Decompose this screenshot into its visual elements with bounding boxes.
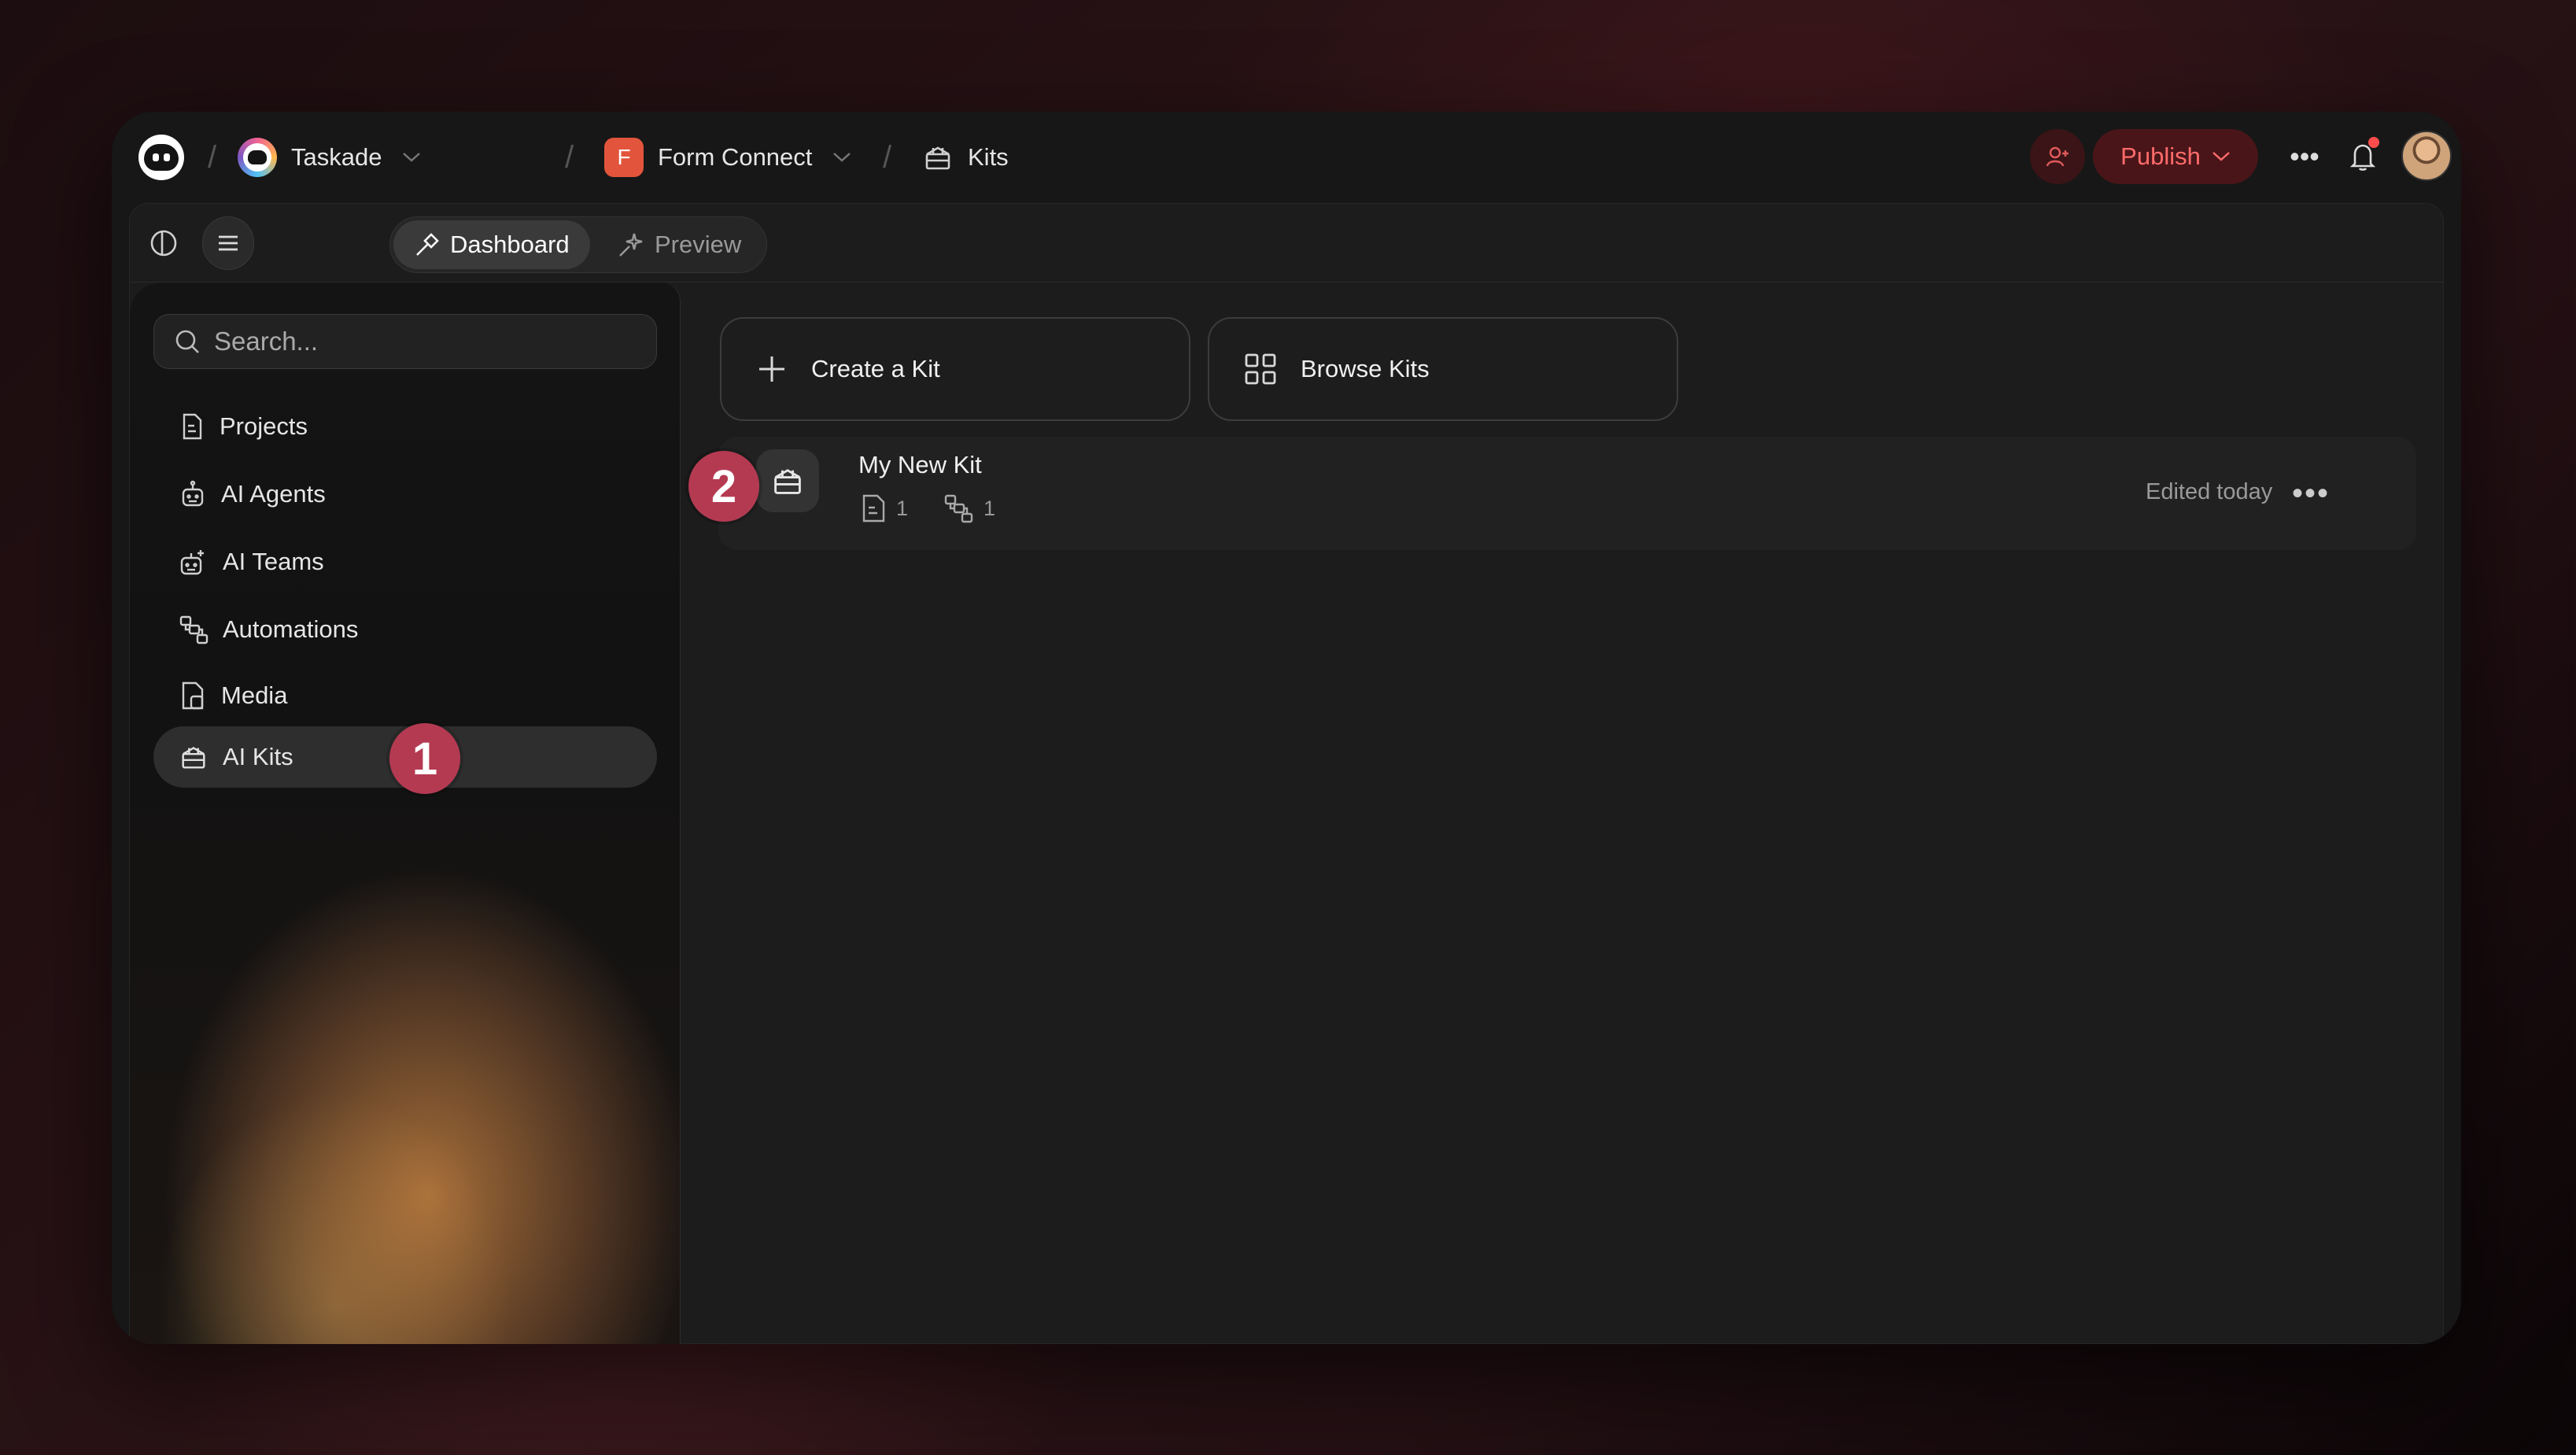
step-badge-2: 2 <box>688 451 759 522</box>
plus-icon <box>759 356 784 382</box>
sidebar-item-label: AI Kits <box>223 743 293 770</box>
publish-label: Publish <box>2120 142 2201 170</box>
sidebar-item-ai-agents[interactable]: AI Agents <box>153 463 657 525</box>
notifications-button[interactable] <box>2335 129 2390 184</box>
sidebar-item-label: AI Agents <box>221 480 326 508</box>
document-icon <box>183 413 202 440</box>
step-badge-1: 1 <box>389 723 460 794</box>
app-window: / Taskade / F Form Connect / Kits Publis… <box>112 112 2461 1344</box>
kit-project-count: 1 <box>896 496 909 520</box>
kit-list-item[interactable]: My New Kit 1 1 Edited today ••• <box>718 437 2416 550</box>
more-horizontal-icon: ••• <box>2291 475 2330 511</box>
more-horizontal-icon: ••• <box>2290 140 2320 172</box>
sidebar-item-label: Projects <box>220 412 308 440</box>
kit-name[interactable]: My New Kit <box>858 451 982 479</box>
sparkle-icon <box>619 233 643 257</box>
user-avatar[interactable] <box>2401 131 2452 181</box>
tab-dashboard[interactable]: Dashboard <box>393 220 590 269</box>
sidebar-item-label: Automations <box>223 615 359 643</box>
notification-dot <box>2368 137 2379 148</box>
search-input[interactable] <box>214 327 623 356</box>
workflow-icon <box>944 494 973 523</box>
invite-user-button[interactable] <box>2030 129 2085 184</box>
tab-preview-label: Preview <box>655 231 742 258</box>
tab-preview[interactable]: Preview <box>596 220 762 269</box>
kit-more-button[interactable]: ••• <box>2279 471 2342 515</box>
chevron-down-icon <box>2212 152 2230 161</box>
view-tabs: Dashboard Preview <box>389 216 767 273</box>
media-file-icon <box>182 681 204 710</box>
toggle-sidebar-button[interactable] <box>138 216 190 270</box>
hammer-icon <box>416 233 439 256</box>
document-icon <box>862 494 885 523</box>
search-icon <box>175 330 199 353</box>
more-options-button[interactable]: ••• <box>2277 129 2332 184</box>
search-box <box>153 314 657 369</box>
tab-dashboard-label: Dashboard <box>450 231 570 258</box>
kit-edited-time: Edited today <box>2146 479 2273 504</box>
hamburger-menu-icon <box>219 235 238 251</box>
sidebar-panel-icon <box>150 230 177 257</box>
create-kit-label: Create a Kit <box>811 355 940 382</box>
kit-box-icon <box>182 747 205 769</box>
workflow-icon <box>179 615 209 644</box>
grid-icon <box>1245 353 1276 385</box>
browse-kits-button[interactable]: Browse Kits <box>1208 317 1678 421</box>
sidebar-item-ai-teams[interactable]: AI Teams <box>153 531 657 593</box>
sidebar: Projects AI Agents AI Teams Automations <box>130 283 681 1344</box>
sidebar-item-projects[interactable]: Projects <box>153 396 657 457</box>
sidebar-item-label: AI Teams <box>223 548 324 575</box>
view-toolbar: Dashboard Preview <box>130 204 2443 283</box>
sidebar-item-automations[interactable]: Automations <box>153 599 657 660</box>
kit-automation-count: 1 <box>984 496 996 520</box>
sidebar-item-media[interactable]: Media <box>153 665 657 726</box>
publish-button[interactable]: Publish <box>2093 129 2258 184</box>
kit-meta: 1 1 <box>860 493 995 523</box>
robot-icon <box>182 480 204 507</box>
kit-box-icon <box>756 449 819 512</box>
workspace-panel: Dashboard Preview Search... Projects AI … <box>129 203 2444 1344</box>
main-content: Create a Kit Browse Kits My New Kit 1 1 … <box>681 283 2443 1343</box>
sidebar-item-label: Media <box>221 681 288 709</box>
create-kit-button[interactable]: Create a Kit <box>720 317 1190 421</box>
team-robot-icon <box>180 550 204 575</box>
browse-kits-label: Browse Kits <box>1301 355 1430 382</box>
top-bar: / Taskade / F Form Connect / Kits Publis… <box>112 112 2461 203</box>
menu-button[interactable] <box>202 216 254 270</box>
